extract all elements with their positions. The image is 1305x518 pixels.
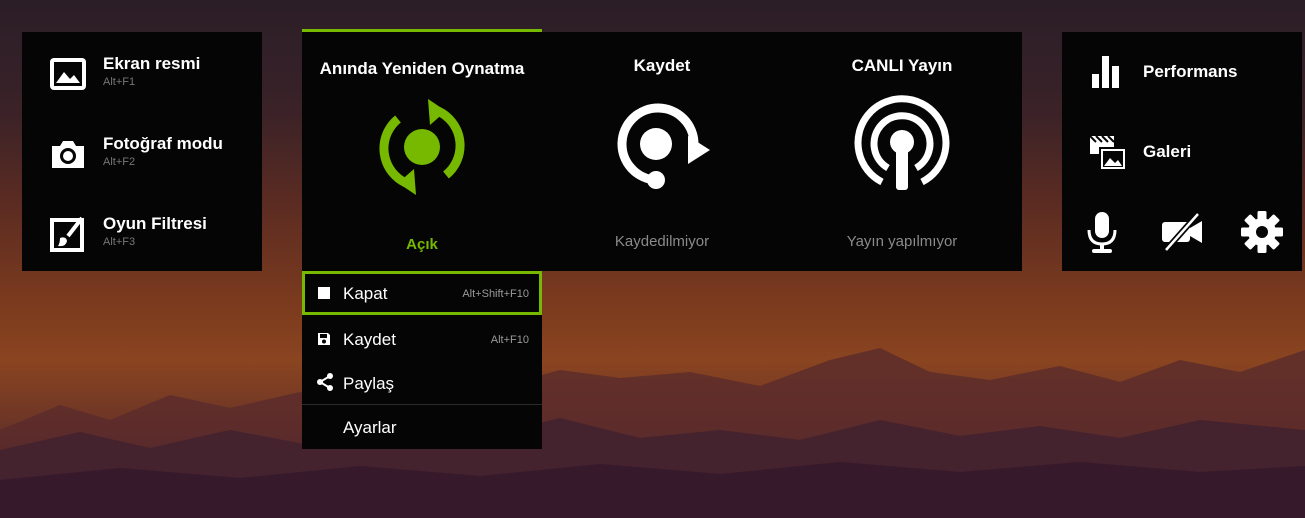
- camera-icon: [52, 141, 84, 168]
- stop-icon: [318, 287, 330, 299]
- performance-bars-icon: [1092, 56, 1119, 88]
- performance-button[interactable]: Performans: [1088, 52, 1237, 92]
- tools-panel: Performans Galeri: [1062, 32, 1302, 271]
- menu-item-save[interactable]: Kaydet Alt+F10: [302, 317, 542, 361]
- broadcast-tile[interactable]: CANLI Yayın Yayın yapılmıyor: [782, 32, 1022, 271]
- instant-replay-status: Açık: [406, 236, 438, 253]
- menu-item-turn-off-shortcut: Alt+Shift+F10: [462, 288, 529, 300]
- menu-item-settings-label: Ayarlar: [343, 418, 397, 437]
- menu-item-save-label: Kaydet: [343, 330, 396, 349]
- screenshot-shortcut: Alt+F1: [103, 76, 136, 88]
- menu-item-turn-off-label: Kapat: [343, 284, 388, 303]
- instant-replay-title: Anında Yeniden Oynatma: [319, 59, 525, 78]
- record-title: Kaydet: [633, 56, 691, 75]
- screenshot-button[interactable]: Ekran resmi Alt+F1: [48, 54, 200, 98]
- menu-item-share-label: Paylaş: [343, 374, 395, 393]
- menu-item-save-shortcut: Alt+F10: [490, 334, 529, 346]
- game-filter-label: Oyun Filtresi: [103, 214, 207, 233]
- game-filter-button[interactable]: Oyun Filtresi Alt+F3: [48, 214, 207, 258]
- broadcast-status: Yayın yapılmıyor: [846, 233, 958, 250]
- instant-replay-tile[interactable]: Anında Yeniden Oynatma Açık: [302, 29, 542, 274]
- gear-icon[interactable]: [1240, 210, 1284, 254]
- record-status: Kaydedilmiyor: [614, 233, 710, 250]
- image-icon: [50, 58, 86, 90]
- record-icon: [617, 103, 710, 189]
- share-icon: [317, 373, 333, 391]
- menu-item-settings[interactable]: Ayarlar: [302, 405, 542, 449]
- gallery-button[interactable]: Galeri: [1088, 132, 1191, 172]
- gallery-icon: [1089, 135, 1127, 171]
- camera-off-icon[interactable]: [1160, 210, 1204, 254]
- broadcast-title: CANLI Yayın: [851, 56, 953, 75]
- performance-label: Performans: [1143, 62, 1238, 81]
- microphone-icon[interactable]: [1080, 210, 1124, 254]
- photo-mode-label: Fotoğraf modu: [103, 134, 223, 153]
- feature-panel: Anında Yeniden Oynatma Açık Kaydet Kayde…: [302, 29, 1022, 274]
- gallery-label: Galeri: [1143, 142, 1192, 161]
- save-icon: [318, 333, 330, 345]
- game-filter-shortcut: Alt+F3: [103, 236, 136, 248]
- instant-replay-menu: Kapat Alt+Shift+F10 Kaydet Alt+F10 Payla…: [302, 271, 542, 449]
- broadcast-icon: [854, 95, 950, 190]
- photo-mode-button[interactable]: Fotoğraf modu Alt+F2: [48, 134, 223, 178]
- filter-brush-icon: [50, 216, 84, 252]
- instant-replay-icon: [379, 99, 465, 195]
- record-tile[interactable]: Kaydet Kaydedilmiyor: [542, 32, 782, 271]
- capture-panel: Ekran resmi Alt+F1 Fotoğraf modu Alt+F2 …: [22, 32, 262, 271]
- screenshot-label: Ekran resmi: [103, 54, 201, 73]
- photo-mode-shortcut: Alt+F2: [103, 156, 136, 168]
- menu-item-share[interactable]: Paylaş: [302, 361, 542, 405]
- menu-item-turn-off[interactable]: Kapat Alt+Shift+F10: [302, 271, 542, 315]
